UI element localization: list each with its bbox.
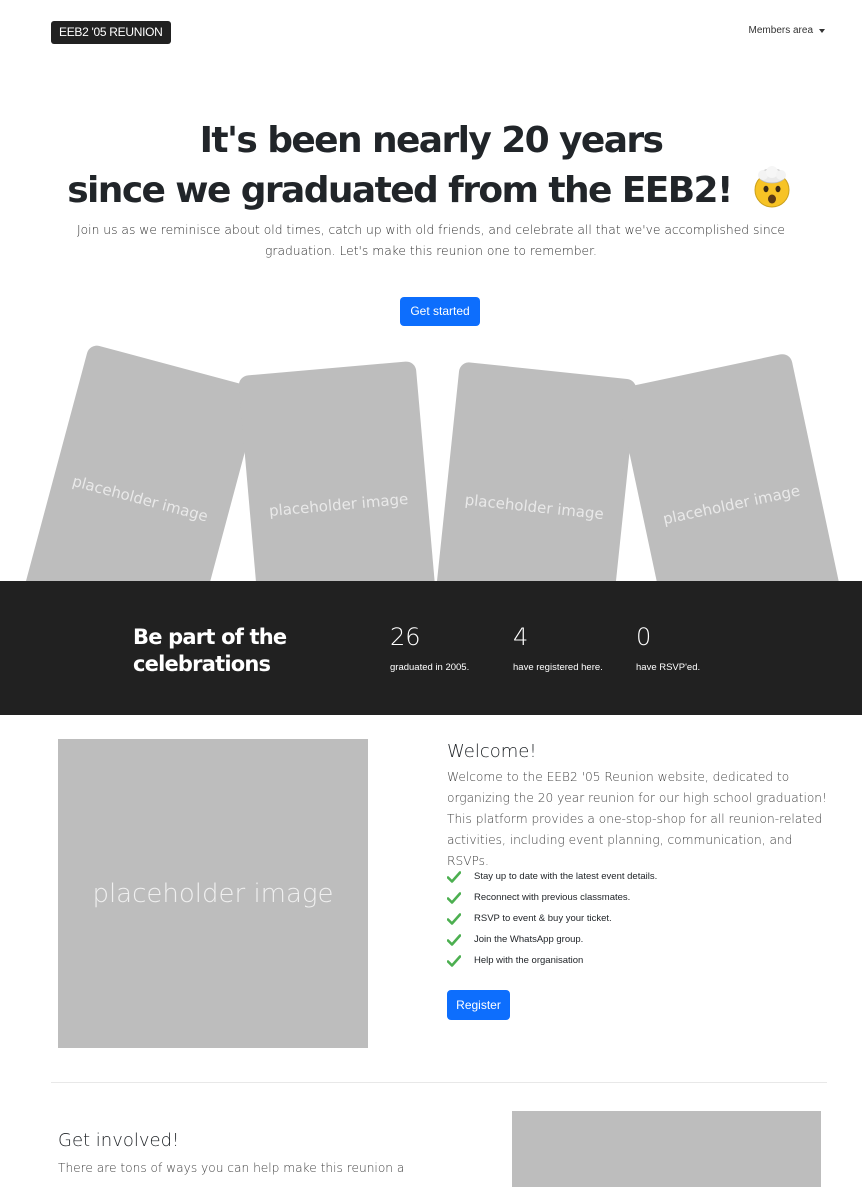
placeholder-card-label: placeholder image	[70, 471, 210, 526]
feature-list: Stay up to date with the latest event de…	[447, 866, 657, 971]
placeholder-card-2: placeholder image	[238, 360, 438, 581]
section-divider	[51, 1082, 827, 1083]
check-icon	[447, 933, 461, 946]
check-icon	[447, 891, 461, 904]
involved-text: There are tons of ways you can help make…	[58, 1161, 405, 1175]
caret-down-icon	[819, 28, 825, 33]
stats-band: Be part of the celebrations 26 graduated…	[0, 581, 862, 715]
feature-label: Join the WhatsApp group.	[474, 934, 584, 945]
check-icon	[447, 870, 461, 883]
feature-label: Reconnect with previous classmates.	[474, 892, 631, 903]
feature-label: Help with the organisation	[474, 955, 584, 966]
brand-logo[interactable]: EEB2 '05 REUNION	[51, 21, 171, 44]
members-area-dropdown[interactable]: Members area	[749, 25, 825, 36]
placeholder-card-label: placeholder image	[661, 481, 802, 529]
feature-item: Stay up to date with the latest event de…	[447, 866, 657, 887]
stat-label: graduated in 2005.	[390, 662, 470, 673]
involved-image	[512, 1111, 821, 1187]
feature-label: Stay up to date with the latest event de…	[474, 871, 658, 882]
check-icon	[447, 912, 461, 925]
hero-subtitle: Join us as we reminisce about old times,…	[77, 223, 785, 258]
stat-value: 0	[636, 623, 652, 651]
stat-value: 26	[390, 623, 421, 651]
check-icon	[447, 954, 461, 967]
exploding-head-icon	[754, 166, 790, 208]
placeholder-card-label: placeholder image	[268, 489, 409, 521]
placeholder-card-4: placeholder image	[615, 352, 845, 581]
stat-graduated: 26 graduated in 2005.	[390, 623, 469, 673]
placeholder-card-3: placeholder image	[432, 361, 638, 581]
placeholder-card-1: placeholder image	[22, 343, 262, 581]
hero-title-line1: It's been nearly 20 years	[199, 120, 664, 161]
placeholder-card-label: placeholder image	[463, 490, 605, 524]
hero-title: It's been nearly 20 years since we gradu…	[0, 118, 862, 214]
placeholder-cards: placeholder image placeholder image plac…	[0, 340, 862, 581]
navbar: EEB2 '05 REUNION Members area	[0, 0, 862, 66]
feature-label: RSVP to event & buy your ticket.	[474, 913, 612, 924]
feature-item: RSVP to event & buy your ticket.	[447, 908, 657, 929]
stat-registered: 4 have registered here.	[513, 623, 603, 673]
register-button[interactable]: Register	[447, 990, 510, 1020]
stat-value: 4	[513, 623, 529, 651]
welcome-image: placeholder image	[58, 739, 368, 1048]
welcome-text: Welcome to the EEB2 '05 Reunion website,…	[447, 770, 827, 868]
feature-item: Reconnect with previous classmates.	[447, 887, 657, 908]
hero-title-line2: since we graduated from the EEB2!	[67, 170, 733, 211]
feature-item: Join the WhatsApp group.	[447, 929, 657, 950]
stat-label: have registered here.	[513, 662, 603, 673]
members-area-label: Members area	[748, 25, 813, 36]
get-started-button[interactable]: Get started	[400, 297, 480, 326]
welcome-image-label: placeholder image	[92, 879, 334, 909]
feature-item: Help with the organisation	[447, 950, 657, 971]
involved-title: Get involved!	[58, 1130, 180, 1151]
stats-title: Be part of the celebrations	[133, 625, 287, 676]
stat-rsvped: 0 have RSVP'ed.	[636, 623, 700, 673]
welcome-title: Welcome!	[447, 741, 537, 762]
stat-label: have RSVP'ed.	[636, 662, 701, 673]
